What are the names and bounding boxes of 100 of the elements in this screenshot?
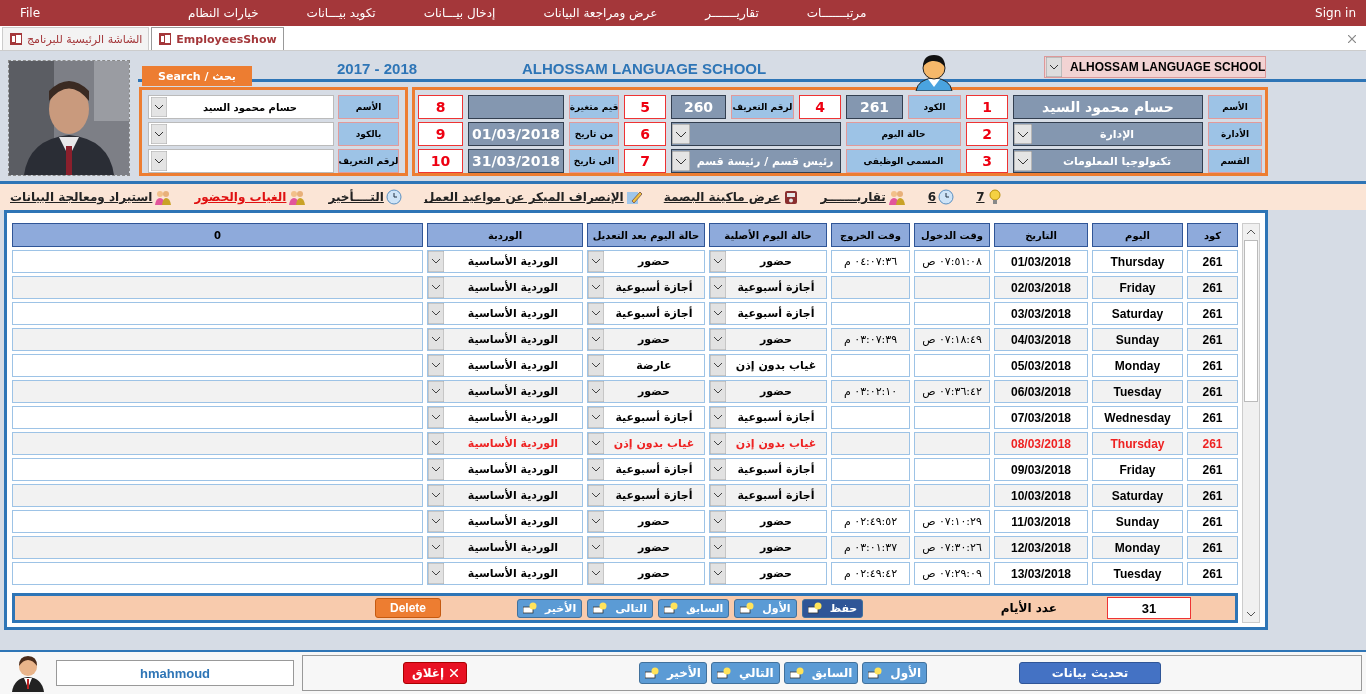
document-tab[interactable]: EmployeesShow bbox=[151, 27, 284, 51]
table-cell: 02/03/2018 bbox=[994, 276, 1088, 300]
dropdown-field[interactable]: الوردية الأساسية bbox=[427, 302, 583, 326]
table-cell: ٠٧:٣٠:٢٦ ص bbox=[914, 536, 990, 560]
dropdown-field[interactable]: الوردية الأساسية bbox=[427, 510, 583, 534]
username-field: hmahmoud bbox=[56, 660, 294, 687]
table-cell: Saturday bbox=[1092, 484, 1183, 508]
table-cell: Friday bbox=[1092, 276, 1183, 300]
dropdown-field[interactable]: أجازة أسبوعية bbox=[709, 484, 827, 508]
table-cell: 261 bbox=[1187, 276, 1238, 300]
chevron-icon bbox=[672, 124, 690, 145]
dropdown-field[interactable]: حضور bbox=[709, 510, 827, 534]
document-tab[interactable]: الشاشة الرئيسية للبرنامج bbox=[2, 27, 150, 51]
menu-item[interactable]: إدخال بيـــانات bbox=[423, 5, 496, 20]
sign-in-link[interactable]: Sign in bbox=[1315, 5, 1356, 20]
sparkle-icon bbox=[807, 602, 822, 615]
dropdown-field[interactable]: أجازة أسبوعية bbox=[709, 276, 827, 300]
table-cell: 04/03/2018 bbox=[994, 328, 1088, 352]
sparkle-icon bbox=[789, 667, 804, 680]
table-cell: ٠٢:٤٩:٤٢ م bbox=[831, 562, 910, 586]
chevron-icon bbox=[588, 537, 604, 559]
report-link[interactable]: الإنصراف الميكر عن مواعيد العمل bbox=[423, 189, 642, 206]
table-cell: 261 bbox=[1187, 484, 1238, 508]
menu-item[interactable]: تكويد بيـــانات bbox=[306, 5, 376, 20]
menu-item[interactable]: مرتبـــــــات bbox=[806, 5, 867, 20]
dropdown-field[interactable]: حضور bbox=[587, 328, 705, 352]
report-link[interactable]: عرض ماكينة البصمة bbox=[663, 189, 799, 206]
dropdown-field[interactable]: غياب بدون إذن bbox=[709, 354, 827, 378]
search-field[interactable] bbox=[148, 122, 334, 147]
dropdown-field[interactable]: الوردية الأساسية bbox=[427, 562, 583, 586]
field-number: 7 bbox=[624, 149, 666, 174]
dropdown-field[interactable]: الوردية الأساسية bbox=[427, 276, 583, 300]
dropdown-field[interactable]: حضور bbox=[709, 562, 827, 586]
dropdown-field[interactable]: أجازة أسبوعية bbox=[587, 484, 705, 508]
chevron-icon bbox=[588, 511, 604, 533]
dropdown-field[interactable]: الوردية الأساسية bbox=[427, 354, 583, 378]
dropdown-field[interactable]: عارضة bbox=[587, 354, 705, 378]
dropdown-field[interactable]: الوردية الأساسية bbox=[427, 406, 583, 430]
menu-item[interactable]: عرض ومراجعة البيانات bbox=[543, 5, 658, 20]
field-label: القسم bbox=[1208, 149, 1262, 174]
table-cell: Sunday bbox=[1092, 510, 1183, 534]
dropdown-field[interactable]: أجازة أسبوعية bbox=[587, 276, 705, 300]
chevron-icon bbox=[710, 485, 726, 507]
close-icon[interactable] bbox=[1348, 34, 1356, 43]
report-link[interactable]: التــــأخير bbox=[328, 189, 402, 206]
chevron-icon bbox=[710, 303, 726, 325]
field-number: 3 bbox=[966, 149, 1008, 174]
dropdown-field[interactable]: الوردية الأساسية bbox=[427, 536, 583, 560]
dropdown-field[interactable]: الوردية الأساسية bbox=[427, 380, 583, 404]
dropdown-field[interactable]: حضور bbox=[587, 536, 705, 560]
lightbulb-icon bbox=[986, 189, 1003, 206]
vertical-scrollbar[interactable] bbox=[1242, 223, 1260, 624]
search-field[interactable]: حسام محمود السيد bbox=[148, 95, 334, 120]
menu-item[interactable]: خيارات النظام bbox=[188, 5, 259, 20]
dropdown-field[interactable]: الوردية الأساسية bbox=[427, 458, 583, 482]
record-button[interactable]: حفظ bbox=[801, 598, 864, 618]
dropdown-field[interactable]: حضور bbox=[587, 510, 705, 534]
dropdown-field[interactable] bbox=[671, 122, 841, 147]
dropdown-field[interactable]: حضور bbox=[709, 536, 827, 560]
dropdown-field[interactable]: حضور bbox=[709, 250, 827, 274]
dropdown-field[interactable]: حضور bbox=[587, 562, 705, 586]
report-link[interactable]: 6 bbox=[927, 189, 955, 206]
refresh-button[interactable]: تحديث بيانات bbox=[1019, 662, 1161, 685]
dropdown-field[interactable]: حضور bbox=[709, 328, 827, 352]
report-link[interactable]: استيراد ومعالجة البيانات bbox=[10, 189, 173, 206]
field-number: 9 bbox=[418, 122, 463, 147]
dropdown-field[interactable]: أجازة أسبوعية bbox=[587, 406, 705, 430]
field-label: قيم متغيرة bbox=[569, 95, 619, 120]
dropdown-field[interactable]: أجازة أسبوعية bbox=[709, 406, 827, 430]
dropdown-field[interactable]: أجازة أسبوعية bbox=[587, 302, 705, 326]
school-dropdown[interactable]: ALHOSSAM LANGUAGE SCHOOL bbox=[1044, 56, 1266, 79]
chevron-icon bbox=[710, 433, 726, 455]
chevron-icon bbox=[710, 459, 726, 481]
table-cell: 06/03/2018 bbox=[994, 380, 1088, 404]
chevron-icon bbox=[428, 433, 444, 455]
dropdown-field[interactable]: أجازة أسبوعية bbox=[587, 458, 705, 482]
dropdown-field[interactable]: غياب بدون إذن bbox=[709, 432, 827, 456]
report-link[interactable]: تقاريـــــــر bbox=[820, 189, 906, 206]
field-label: لرقم التعريف bbox=[731, 95, 794, 120]
scrollbar-thumb[interactable] bbox=[1244, 240, 1258, 403]
table-cell: ٠٢:٤٩:٥٢ م bbox=[831, 510, 910, 534]
report-link[interactable]: الغياب والحضور bbox=[194, 189, 307, 206]
field-label: الأسم bbox=[338, 95, 399, 120]
dropdown-field[interactable]: أجازة أسبوعية bbox=[709, 302, 827, 326]
dropdown-field[interactable]: حضور bbox=[709, 380, 827, 404]
menu-item[interactable]: File bbox=[20, 5, 41, 20]
dropdown-field[interactable]: الوردية الأساسية bbox=[427, 328, 583, 352]
dropdown-field[interactable]: أجازة أسبوعية bbox=[709, 458, 827, 482]
table-cell: ٠٣:٠٢:١٠ م bbox=[831, 380, 910, 404]
dropdown-field[interactable]: غياب بدون إذن bbox=[587, 432, 705, 456]
dropdown-field[interactable]: الوردية الأساسية bbox=[427, 250, 583, 274]
dropdown-field[interactable]: الوردية الأساسية bbox=[427, 484, 583, 508]
search-field[interactable] bbox=[148, 149, 334, 174]
dropdown-field[interactable]: الوردية الأساسية bbox=[427, 432, 583, 456]
close-button[interactable]: إغلاق bbox=[403, 662, 468, 685]
chevron-icon bbox=[428, 459, 444, 481]
report-link[interactable]: 7 bbox=[976, 189, 1003, 206]
dropdown-field[interactable]: حضور bbox=[587, 380, 705, 404]
menu-item[interactable]: تقاريـــــــر bbox=[705, 5, 759, 20]
dropdown-field[interactable]: حضور bbox=[587, 250, 705, 274]
